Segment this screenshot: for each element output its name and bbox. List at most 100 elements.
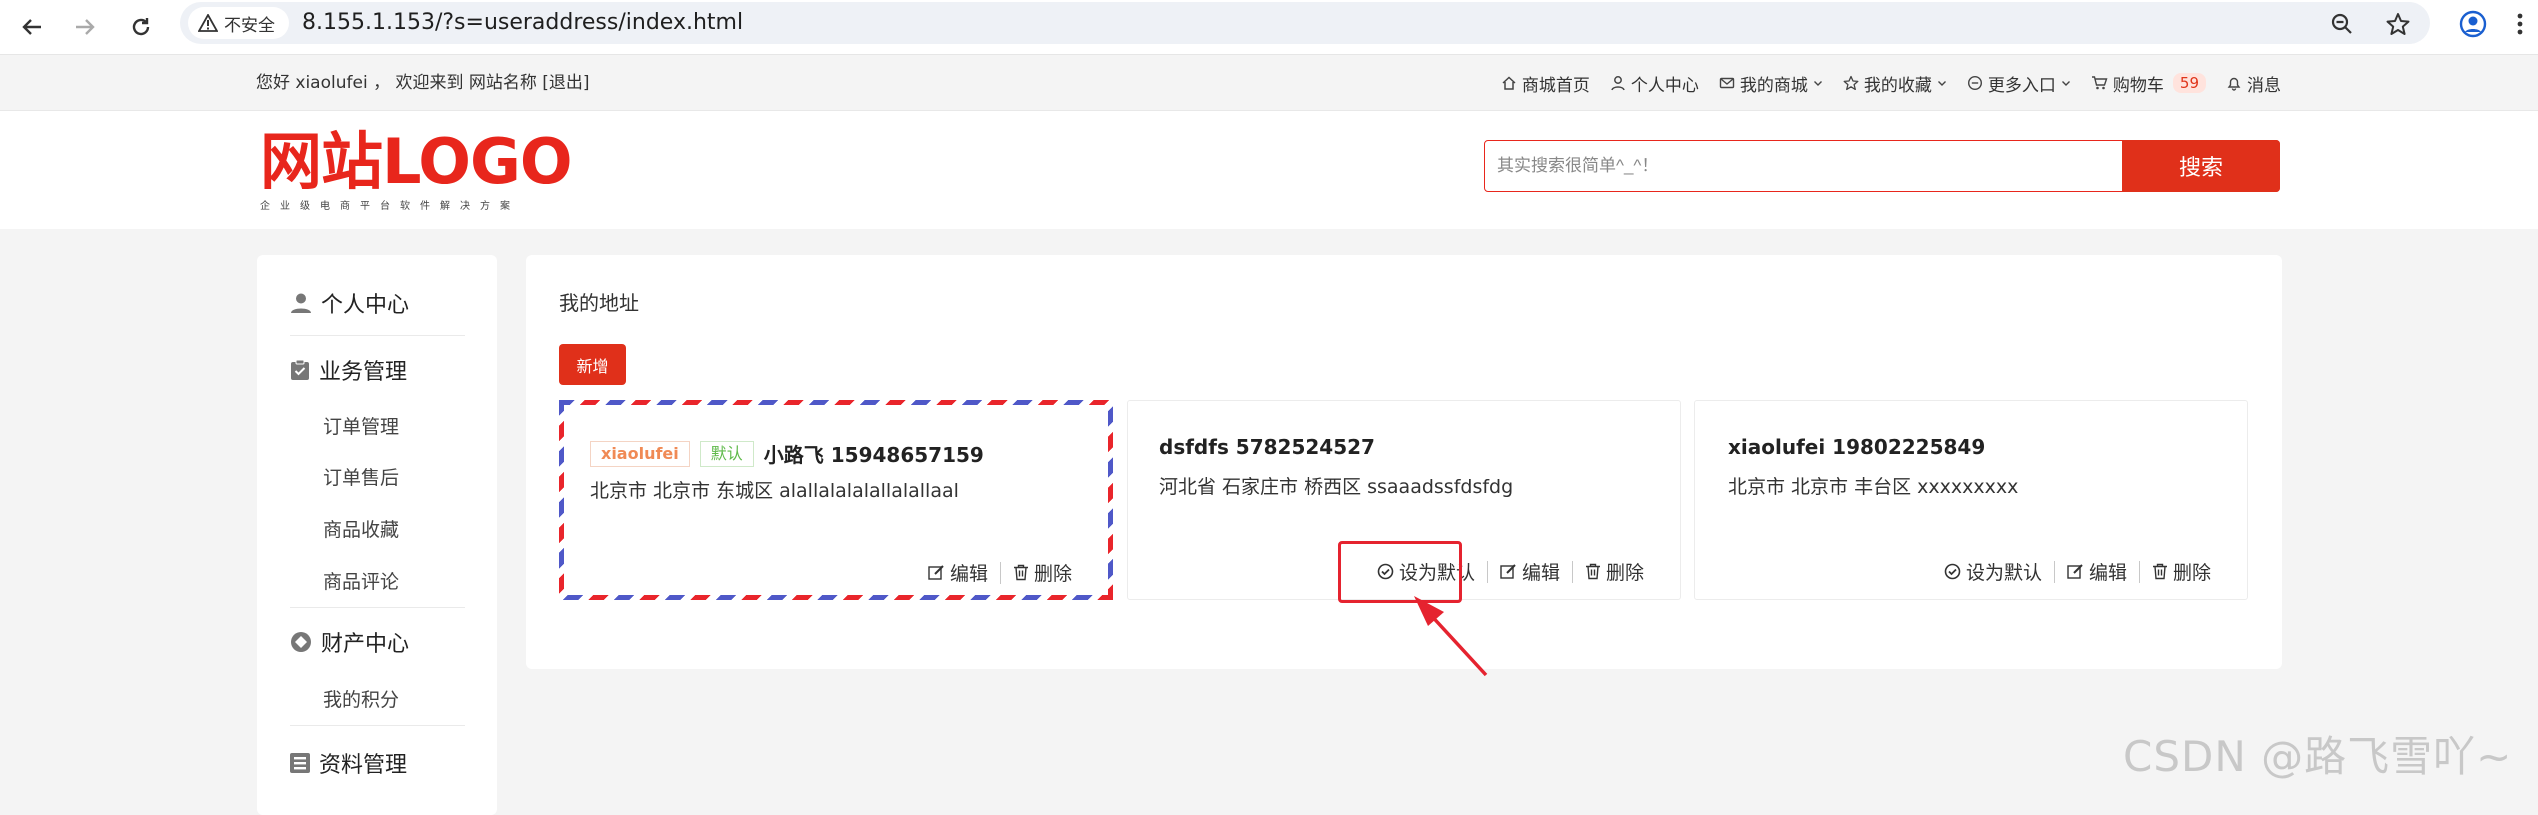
sidebar-assets: 财产中心 [290,626,409,658]
recipient-info: xiaolufei 19802225849 [1728,435,1986,459]
logo-tagline: 企业级电商平台软件解决方案 [260,201,520,212]
set-default-button[interactable]: 设为默认 [1944,558,2042,585]
default-tag: 默认 [699,440,754,467]
card-header: dsfdfs 5782524527 [1159,435,1375,459]
sidebar-assets-label: 财产中心 [321,632,410,657]
edit-button[interactable]: 编辑 [1500,558,1560,585]
action-separator [2053,560,2055,583]
top-link-favorites[interactable]: 我的收藏 [1843,71,1947,96]
top-link-my-mall[interactable]: 我的商城 [1719,71,1823,96]
address-card-default: xiaolufei 默认 小路飞 15948657159 北京市 北京市 东城区… [559,400,1113,600]
security-indicator[interactable]: 不安全 [188,7,289,39]
sidebar-profile: 资料管理 [290,747,407,779]
edit-icon [928,565,944,580]
star-icon [1843,75,1859,91]
recipient-info: dsfdfs 5782524527 [1159,435,1375,459]
edit-button[interactable]: 编辑 [928,559,988,586]
add-address-button[interactable]: 新增 [559,344,626,385]
sidebar-divider [290,607,465,608]
arrow-left-icon [22,19,41,35]
warning-icon [198,14,218,32]
user-icon [1611,76,1625,91]
card-header: xiaolufei 默认 小路飞 15948657159 [590,439,984,468]
minus-circle-icon [1967,75,1982,91]
trash-icon [1585,563,1600,580]
search-button[interactable]: 搜索 [2122,140,2280,192]
logo-text: 网站LOGO [260,125,573,198]
edit-label: 编辑 [1521,562,1560,584]
top-link-personal[interactable]: 个人中心 [1610,71,1699,96]
delete-button[interactable]: 删除 [1013,559,1072,586]
browser-menu-button[interactable] [2505,6,2535,42]
sidebar-business: 业务管理 [290,354,407,386]
reload-button[interactable] [121,7,161,47]
sidebar-profile-label: 资料管理 [319,753,408,778]
site-logo[interactable]: 网站LOGO 企业级电商平台软件解决方案 [260,125,573,213]
browser-toolbar: 不安全 8.155.1.153/?s=useraddress/index.htm… [0,0,2538,55]
profile-card-icon [290,753,310,773]
top-link-cart-label: 购物车 [2112,75,2164,96]
sidebar-item-after-sales[interactable]: 订单售后 [323,463,399,490]
forward-button[interactable] [65,7,105,47]
recipient-info: 小路飞 15948657159 [763,443,984,467]
top-link-more-label: 更多入口 [1987,75,2056,96]
delete-label: 删除 [2172,562,2211,584]
delete-button[interactable]: 删除 [1585,558,1644,585]
top-link-messages[interactable]: 消息 [2226,71,2281,96]
profile-button[interactable] [2455,6,2491,42]
zoom-button[interactable] [2324,6,2360,42]
search-box: 搜索 [1484,140,2280,192]
action-separator [1571,560,1573,583]
delete-label: 删除 [1033,563,1072,585]
url-text: 8.155.1.153/?s=useraddress/index.html [302,10,744,35]
sidebar-divider [290,725,465,726]
user-sidebar: 个人中心 业务管理 订单管理 订单售后 商品收藏 商品评论 财产中心 我的积分 … [257,255,497,815]
sidebar-divider [290,335,465,336]
check-circle-icon [1944,563,1961,580]
top-link-more[interactable]: 更多入口 [1967,71,2071,96]
sidebar-item-reviews[interactable]: 商品评论 [323,567,399,594]
card-header: xiaolufei 19802225849 [1728,435,1985,459]
edit-icon [2067,564,2083,579]
coin-icon [291,632,311,652]
sidebar-item-favorites[interactable]: 商品收藏 [323,515,399,542]
search-input[interactable] [1485,141,2121,191]
bookmark-star-button[interactable] [2380,6,2416,42]
profile-icon [2459,10,2487,38]
cart-count-badge: 59 [2172,73,2206,93]
chevron-down-icon [2061,81,2070,86]
sidebar-personal-center-label: 个人中心 [321,293,410,318]
top-link-home[interactable]: 商城首页 [1501,71,1590,96]
back-button[interactable] [12,7,52,47]
page-title: 我的地址 [559,291,639,315]
top-link-cart[interactable]: 购物车 59 [2091,71,2206,96]
top-link-personal-label: 个人中心 [1630,75,1699,96]
sidebar-personal-center[interactable]: 个人中心 [290,287,409,319]
name-tag: xiaolufei [590,440,690,467]
home-icon [1502,76,1516,90]
site-header: 网站LOGO 企业级电商平台软件解决方案 搜索 [0,111,2538,229]
edit-button[interactable]: 编辑 [2067,558,2127,585]
address-bar[interactable]: 不安全 8.155.1.153/?s=useraddress/index.htm… [180,2,2430,44]
action-separator [999,561,1001,584]
top-link-favorites-label: 我的收藏 [1863,75,1932,96]
trash-icon [1013,564,1028,581]
bell-icon [2227,77,2241,91]
sidebar-item-points[interactable]: 我的积分 [323,685,399,712]
card-actions: 设为默认 编辑 删除 [1944,558,2211,585]
set-default-label: 设为默认 [1965,562,2042,584]
delete-button[interactable]: 删除 [2152,558,2211,585]
sidebar-item-orders[interactable]: 订单管理 [323,412,399,439]
welcome-text: 您好 xiaolufei ， 欢迎来到 网站名称 [退出] [256,73,590,93]
security-label: 不安全 [224,15,275,36]
address-text: 河北省 石家庄市 桥西区 ssaaadssfdsfdg [1159,476,1514,498]
magnifier-minus-icon [2331,13,2352,34]
action-separator [1486,560,1488,583]
clipboard-check-icon [291,359,309,380]
address-text: 北京市 北京市 东城区 alallalalalallalallaal [590,480,959,502]
site-topbar: 您好 xiaolufei ， 欢迎来到 网站名称 [退出] 商城首页 个人中心 … [0,55,2538,111]
top-nav-links: 商城首页 个人中心 我的商城 我的收藏 更多入口 购物车 59 消息 [1501,55,2281,111]
top-link-home-label: 商城首页 [1521,75,1590,96]
chevron-down-icon [1813,81,1822,86]
arrow-right-icon [76,19,95,35]
